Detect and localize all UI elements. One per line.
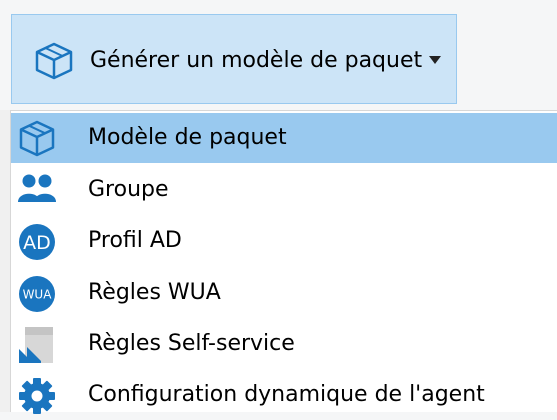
menu-item-label: Configuration dynamique de l'agent <box>88 382 485 407</box>
menu-gutter <box>0 110 10 412</box>
group-users-icon <box>18 174 56 202</box>
menu-item-dynamic-agent-config[interactable]: Configuration dynamique de l'agent <box>11 370 557 420</box>
gear-icon <box>19 378 55 414</box>
ad-profile-icon: AD <box>19 224 55 260</box>
package-cube-icon <box>35 42 73 80</box>
svg-text:AD: AD <box>23 232 51 254</box>
menu-item-label: Règles WUA <box>88 280 221 305</box>
caret-down-icon[interactable] <box>427 54 443 66</box>
menu-item-wua-rules[interactable]: WUA Règles WUA <box>11 268 557 318</box>
menu-item-ad-profile[interactable]: AD Profil AD <box>11 216 557 266</box>
generate-package-template-label: Générer un modèle de paquet <box>90 48 423 73</box>
menu-item-label: Modèle de paquet <box>88 125 287 150</box>
menu-top-border <box>10 110 557 111</box>
menu-item-self-service-rules[interactable]: Règles Self-service <box>11 319 557 369</box>
generate-template-dropdown-menu: Modèle de paquet Groupe AD Profil AD WUA… <box>0 110 557 414</box>
menu-item-label: Groupe <box>88 177 169 202</box>
wua-rules-icon: WUA <box>19 276 55 312</box>
svg-text:WUA: WUA <box>23 288 53 302</box>
generate-package-template-button[interactable]: Générer un modèle de paquet <box>11 14 457 104</box>
menu-item-group[interactable]: Groupe <box>11 165 557 215</box>
menu-item-label: Règles Self-service <box>88 331 295 356</box>
menu-item-label: Profil AD <box>88 228 182 253</box>
package-cube-icon <box>19 120 55 157</box>
self-service-rules-icon <box>19 327 53 363</box>
menu-item-package-template[interactable]: Modèle de paquet <box>11 113 557 163</box>
